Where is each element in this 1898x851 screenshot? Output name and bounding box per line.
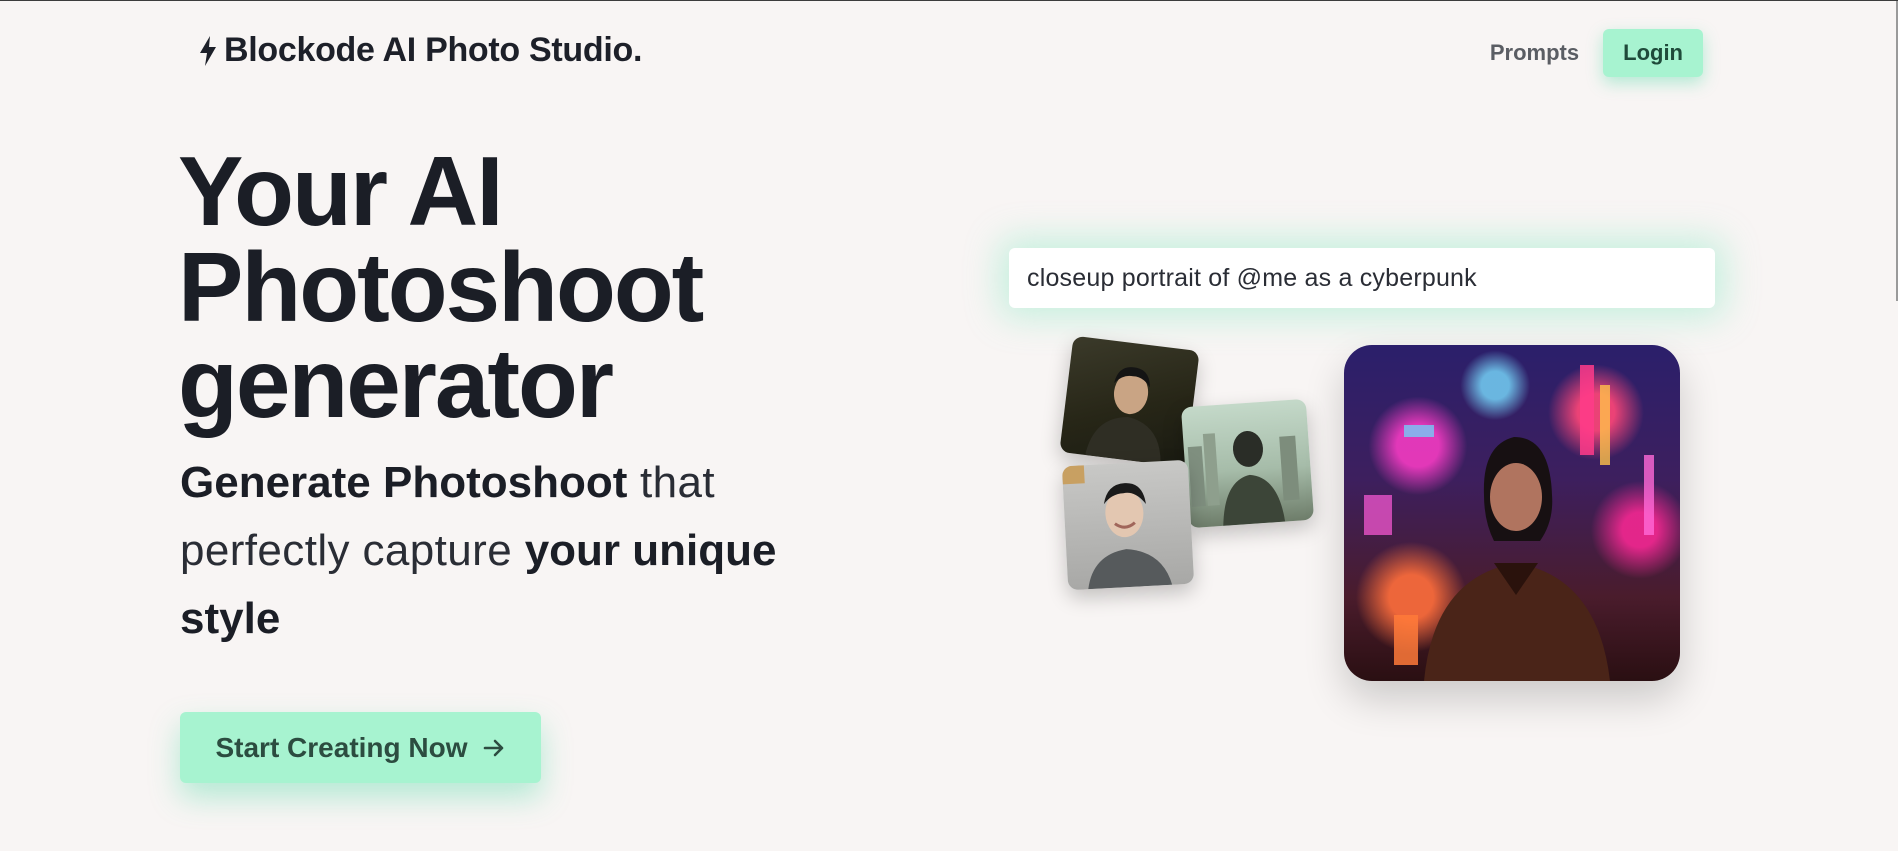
top-nav: Prompts Login bbox=[1490, 29, 1703, 77]
prompt-input[interactable]: closeup portrait of @me as a cyberpunk bbox=[1009, 248, 1715, 308]
hero-title: Your AI Photoshoot generator bbox=[178, 136, 704, 438]
start-creating-label: Start Creating Now bbox=[215, 731, 468, 763]
sample-photo-3 bbox=[1061, 459, 1195, 591]
landing-page: Blockode AI Photo Studio. Prompts Login … bbox=[0, 0, 1898, 851]
lightning-bolt-icon bbox=[198, 35, 218, 67]
brand-name: Blockode AI Photo Studio. bbox=[224, 31, 643, 69]
cyberpunk-result-image bbox=[1344, 345, 1680, 681]
hero-subtitle: Generate Photoshoot that perfectly captu… bbox=[180, 449, 860, 653]
start-creating-button[interactable]: Start Creating Now bbox=[180, 712, 541, 783]
sample-photo-2 bbox=[1180, 398, 1315, 529]
prompt-text: closeup portrait of @me as a cyberpunk bbox=[1027, 263, 1477, 292]
nav-prompts-link[interactable]: Prompts bbox=[1490, 40, 1579, 66]
sample-photo-1 bbox=[1059, 335, 1200, 468]
arrow-right-icon bbox=[482, 736, 506, 760]
login-button[interactable]: Login bbox=[1603, 29, 1703, 77]
brand-logo[interactable]: Blockode AI Photo Studio. bbox=[198, 31, 642, 70]
hero-subtitle-bold-1: Generate Photoshoot bbox=[180, 458, 628, 507]
